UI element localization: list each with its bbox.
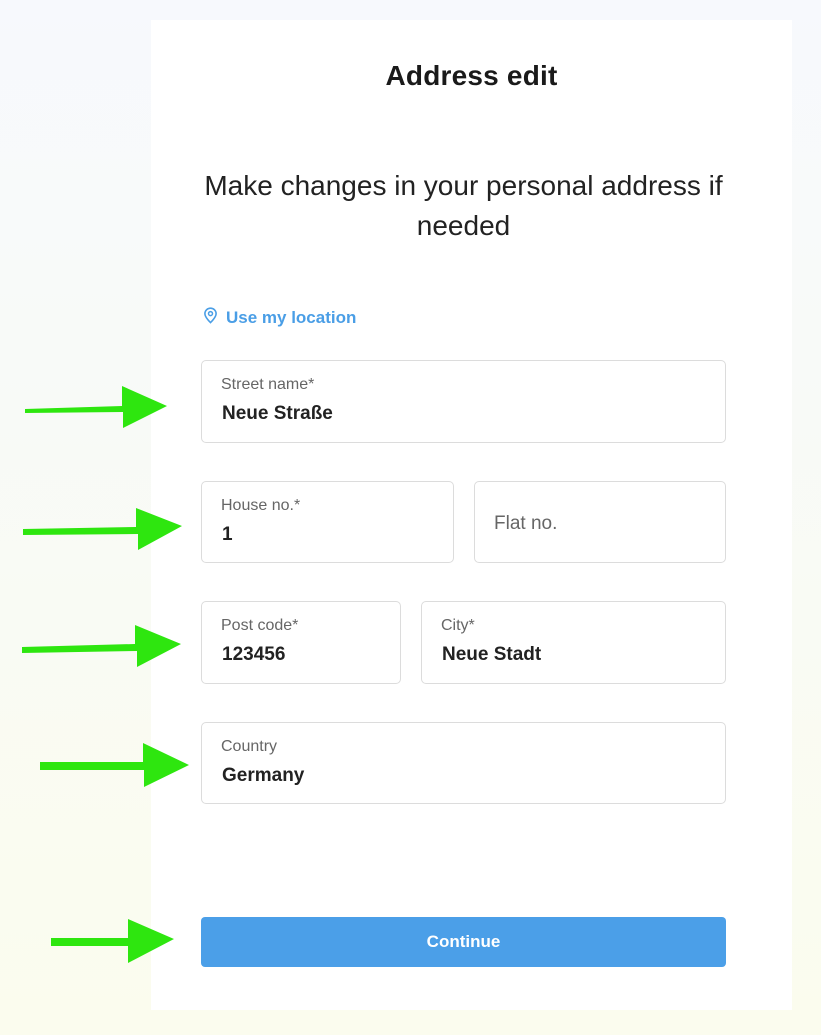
city-value: Neue Stadt bbox=[442, 644, 542, 665]
street-name-value: Neue Straße bbox=[222, 403, 333, 424]
arrow-icon bbox=[40, 743, 189, 787]
flat-number-field[interactable]: Flat no. bbox=[474, 481, 726, 563]
country-value: Germany bbox=[222, 765, 305, 786]
flat-number-placeholder: Flat no. bbox=[494, 513, 558, 534]
use-my-location-label: Use my location bbox=[226, 308, 357, 327]
city-label: City* bbox=[441, 617, 475, 634]
arrow-icon bbox=[23, 508, 182, 550]
house-number-field[interactable]: House no.* 1 bbox=[201, 481, 454, 563]
street-name-field[interactable]: Street name* Neue Straße bbox=[201, 360, 726, 443]
arrow-icon bbox=[22, 625, 181, 667]
arrow-icon bbox=[51, 919, 174, 963]
intro-text: Make changes in your personal address if… bbox=[204, 170, 723, 241]
country-label: Country bbox=[221, 738, 278, 755]
post-code-value: 123456 bbox=[222, 644, 286, 665]
city-field[interactable]: City* Neue Stadt bbox=[421, 601, 726, 684]
post-code-field[interactable]: Post code* 123456 bbox=[201, 601, 401, 684]
house-number-label: House no.* bbox=[221, 497, 301, 514]
page-title: Address edit bbox=[385, 60, 558, 91]
map-pin-icon bbox=[203, 307, 226, 329]
address-edit-card: Address edit Make changes in your person… bbox=[151, 20, 792, 1010]
country-field[interactable]: Country Germany bbox=[201, 722, 726, 804]
house-number-value: 1 bbox=[222, 524, 233, 545]
post-code-label: Post code* bbox=[221, 617, 299, 634]
continue-button[interactable]: Continue bbox=[201, 917, 726, 967]
use-my-location-link[interactable]: Use my location bbox=[203, 307, 356, 329]
street-name-label: Street name* bbox=[221, 376, 315, 393]
arrow-icon bbox=[25, 386, 167, 428]
